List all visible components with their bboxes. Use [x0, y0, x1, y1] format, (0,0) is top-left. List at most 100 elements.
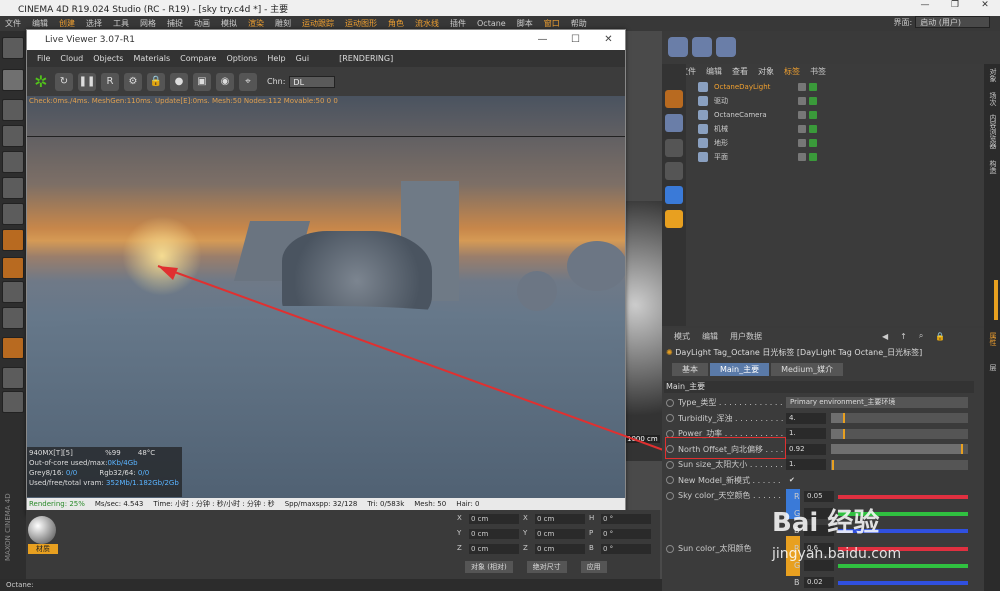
animate-dot-icon[interactable] [666, 398, 674, 407]
object-tags[interactable] [798, 152, 817, 161]
object-row[interactable]: 平面 [680, 150, 984, 163]
visibility-icon[interactable] [798, 138, 806, 147]
tab-attributes[interactable]: 属性 [986, 332, 998, 346]
object-tags[interactable] [798, 138, 817, 147]
coord-field[interactable]: 0 cm [469, 529, 519, 539]
right-top-toolbar [662, 31, 1000, 64]
coord-field[interactable]: 0 ° [601, 544, 651, 554]
coord-field[interactable]: 0 cm [469, 544, 519, 554]
om-menu-view[interactable]: 查看 [732, 66, 748, 77]
am-menu-edit[interactable]: 编辑 [702, 331, 718, 342]
octane-s2-icon[interactable] [665, 114, 683, 132]
check-icon[interactable] [809, 152, 817, 161]
om-menu-edit[interactable]: 编辑 [706, 66, 722, 77]
coord-field[interactable]: 0 ° [601, 514, 651, 524]
param-slider[interactable] [831, 444, 968, 454]
tab-takes[interactable]: 场次 [986, 92, 998, 106]
param-slider[interactable] [831, 428, 968, 439]
coord-field[interactable]: 0 ° [601, 529, 651, 539]
right-scrollbar[interactable] [994, 280, 998, 320]
object-row[interactable]: 地形 [680, 136, 984, 149]
coord-field[interactable]: 0 cm [469, 514, 519, 524]
check-icon[interactable] [809, 96, 817, 105]
param-row: Type_类型 . . . . . . . . . . . . . . Prima… [666, 396, 976, 409]
tab-structure[interactable]: 构造 [986, 160, 998, 174]
brush-icon[interactable] [665, 139, 683, 157]
object-name[interactable]: 平面 [714, 152, 728, 162]
param-value[interactable]: 4. [786, 412, 826, 424]
xyz-icon[interactable] [665, 210, 683, 228]
object-manager: 文件 编辑 查看 对象 标签 书签 OctaneDayLight 驱动 Octane… [662, 64, 984, 326]
om-menu-bookmarks[interactable]: 书签 [810, 66, 826, 77]
tab-main[interactable]: Main_主要 [710, 363, 770, 376]
object-tags[interactable] [798, 96, 817, 105]
object-row[interactable]: 驱动 [680, 94, 984, 107]
param-dropdown[interactable]: Primary environment_主要环境 [786, 397, 968, 408]
daylight-icon: ✺ [666, 348, 673, 357]
param-value[interactable]: 1. [786, 459, 826, 470]
apply-button[interactable]: 应用 [580, 561, 607, 573]
tab-basic[interactable]: 基本 [672, 363, 708, 376]
object-row[interactable]: 机械 [680, 122, 984, 135]
render-settings-icon[interactable] [716, 37, 736, 57]
render-region-icon[interactable] [668, 37, 688, 57]
coord-axis-label: H [589, 514, 595, 522]
animate-dot-icon[interactable] [666, 476, 674, 484]
object-tags[interactable] [798, 110, 817, 119]
visibility-icon[interactable] [798, 110, 806, 119]
render-view-icon[interactable] [692, 37, 712, 57]
lock-icon[interactable]: 🔒 [935, 332, 945, 341]
animate-dot-icon[interactable] [666, 414, 674, 422]
visibility-icon[interactable] [798, 152, 806, 161]
object-name[interactable]: OctaneCamera [714, 111, 767, 119]
check-icon[interactable] [809, 124, 817, 133]
attribute-tabs: 基本 Main_主要 Medium_媒介 [672, 363, 844, 376]
search-icon[interactable]: ⌕ [919, 331, 923, 341]
object-name[interactable]: 机械 [714, 124, 728, 134]
spline-icon[interactable] [665, 162, 683, 180]
tab-content-browser[interactable]: 内容浏览器 [986, 114, 998, 149]
coord-field[interactable]: 0 cm [535, 529, 585, 539]
tab-objects[interactable]: 对象 [986, 68, 998, 82]
visibility-icon[interactable] [798, 96, 806, 105]
up-arrow-icon[interactable]: ↑ [900, 332, 907, 341]
move-down-icon[interactable] [665, 186, 683, 204]
param-slider[interactable] [831, 459, 968, 470]
om-menu-tags[interactable]: 标签 [784, 66, 800, 77]
object-name[interactable]: 驱动 [714, 96, 728, 106]
param-value[interactable]: 1. [786, 428, 826, 439]
object-name[interactable]: 地形 [714, 138, 728, 148]
check-icon[interactable] [809, 110, 817, 119]
material-label[interactable]: 材质 [28, 544, 58, 554]
object-name[interactable]: OctaneDayLight [714, 83, 770, 91]
coord-mode-dropdown[interactable]: 对象 (相对) [465, 561, 513, 573]
animate-dot-icon[interactable] [666, 460, 674, 469]
visibility-icon[interactable] [798, 82, 806, 91]
object-tags[interactable] [798, 124, 817, 133]
coord-field[interactable]: 0 cm [535, 514, 585, 524]
am-menu-userdata[interactable]: 用户数据 [730, 331, 762, 342]
check-icon[interactable] [809, 82, 817, 91]
param-slider[interactable] [831, 413, 968, 423]
am-menu-mode[interactable]: 模式 [674, 331, 690, 342]
section-main: Main_主要 [664, 381, 974, 393]
rgb-slider[interactable] [838, 580, 968, 585]
right-vertical-tabs: 对象 场次 内容浏览器 构造 属性 层 [984, 64, 1000, 591]
tab-layers[interactable]: 层 [986, 364, 998, 371]
arrow-head [158, 266, 178, 280]
object-row[interactable]: OctaneDayLight [680, 80, 984, 93]
coord-field[interactable]: 0 cm [535, 544, 585, 554]
material-preview[interactable] [28, 516, 56, 544]
tab-medium[interactable]: Medium_媒介 [771, 363, 844, 376]
coord-size-dropdown[interactable]: 绝对尺寸 [526, 561, 567, 573]
back-arrow-icon[interactable]: ◀ [882, 332, 888, 341]
object-tags[interactable] [798, 82, 817, 91]
object-row[interactable]: OctaneCamera [680, 108, 984, 121]
app-statusbar: Octane: [0, 579, 662, 591]
coord-axis-label: X [523, 514, 528, 522]
om-menu-objects[interactable]: 对象 [758, 66, 774, 77]
visibility-icon[interactable] [798, 124, 806, 133]
octane-s-icon[interactable] [665, 90, 683, 108]
check-icon[interactable] [809, 138, 817, 147]
param-value[interactable]: 0.92 [786, 443, 826, 455]
